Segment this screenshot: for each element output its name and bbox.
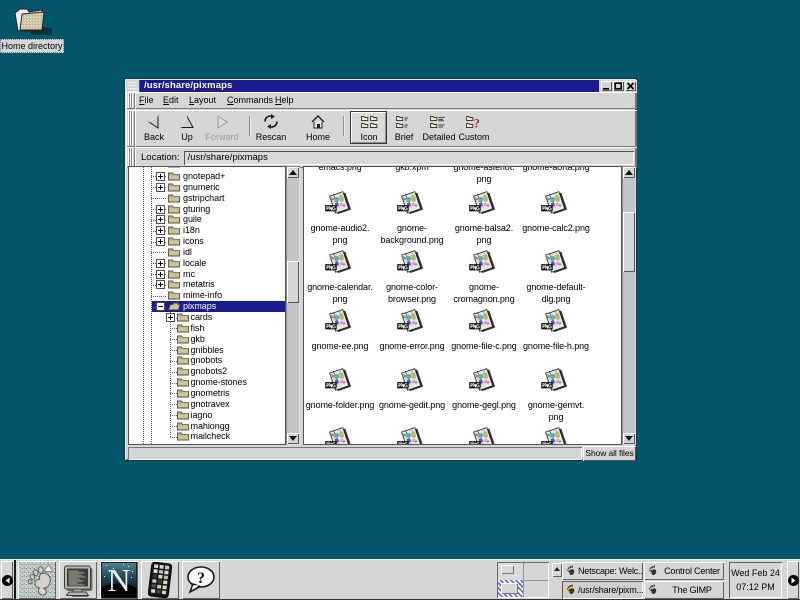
svg-text:N: N: [107, 562, 130, 598]
svg-text:?: ?: [474, 115, 481, 130]
svg-text:?: ?: [197, 570, 205, 587]
